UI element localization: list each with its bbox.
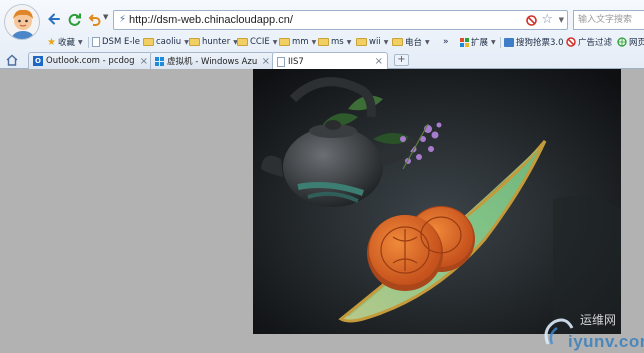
address-bar[interactable]: ⚡ http://dsm-web.chinacloudapp.cn/ ☆ ▼	[113, 10, 568, 30]
tab-outlook[interactable]: O Outlook.com - pcdog ×	[28, 52, 153, 69]
chevron-down-icon: ▼	[346, 38, 352, 46]
ticket-tool-button[interactable]: 搜狗抢票3.0	[504, 35, 564, 49]
chevron-down-icon[interactable]: ▼	[559, 16, 564, 24]
close-icon[interactable]: ×	[262, 56, 270, 67]
close-icon[interactable]: ×	[140, 56, 148, 67]
windows-icon	[155, 56, 164, 66]
tab-bar: O Outlook.com - pcdog × 虚拟机 - Windows Az…	[0, 51, 644, 70]
favorite-folder[interactable]: 电台 ▼	[392, 35, 430, 49]
page-content: 运维网 iyunv.com	[0, 69, 644, 353]
favorite-folder[interactable]: mm ▼	[279, 35, 316, 49]
block-icon[interactable]	[526, 15, 537, 26]
refresh-button[interactable]	[66, 11, 82, 27]
tab-label: Outlook.com - pcdog	[46, 56, 135, 66]
chevron-down-icon: ▼	[491, 38, 496, 46]
watermark-logo: 运维网 iyunv.com	[540, 308, 644, 353]
folder-icon	[392, 38, 403, 46]
more-favorites-button[interactable]: »	[443, 35, 449, 49]
folder-icon	[143, 38, 154, 46]
folder-icon	[356, 38, 367, 46]
watermark-cn-text: 运维网	[580, 313, 617, 327]
divider	[88, 37, 89, 48]
folder-icon	[279, 38, 290, 46]
extensions-button[interactable]: 扩展 ▼	[460, 35, 496, 49]
favorite-folder[interactable]: CCIE ▼	[237, 35, 277, 49]
lightning-icon: ⚡	[119, 14, 127, 25]
tab-label: 虚拟机 - Windows Azu	[167, 57, 258, 67]
favorites-bar: ★ 收藏 ▼ DSM E-le caoliu ▼ hunter ▼ CCIE ▼…	[0, 34, 644, 50]
favorites-menu[interactable]: ★ 收藏 ▼	[47, 35, 83, 49]
arrow-left-icon	[48, 13, 60, 25]
web-button[interactable]: 网页	[617, 35, 644, 49]
divider	[500, 37, 501, 48]
favorite-item[interactable]: DSM E-le	[92, 35, 140, 49]
watermark-text: iyunv.com	[568, 332, 644, 351]
ticket-icon	[504, 37, 514, 47]
iis7-welcome-image	[253, 69, 621, 334]
back-button[interactable]	[46, 11, 62, 27]
block-icon	[566, 37, 576, 47]
puzzle-icon	[460, 37, 469, 47]
tab-iis7[interactable]: IIS7 ×	[272, 52, 388, 70]
adblock-button[interactable]: 广告过滤	[566, 35, 612, 49]
chevron-down-icon: ▼	[425, 38, 430, 46]
folder-icon	[318, 38, 329, 46]
tab-label: IIS7	[288, 56, 304, 67]
chevron-down-icon: ▼	[77, 38, 83, 46]
folder-icon	[237, 38, 248, 46]
favorite-folder[interactable]: wii ▼	[356, 35, 388, 49]
outlook-icon: O	[33, 56, 43, 66]
star-icon: ★	[47, 36, 56, 48]
folder-icon	[189, 38, 200, 46]
url-text[interactable]: http://dsm-web.chinacloudapp.cn/	[129, 14, 293, 26]
refresh-icon	[68, 13, 81, 26]
favorite-folder[interactable]: caoliu ▼	[143, 35, 189, 49]
chevron-down-icon: ▼	[311, 38, 317, 46]
chevron-down-icon: ▼	[383, 38, 389, 46]
undo-icon	[88, 13, 100, 26]
star-icon[interactable]: ☆	[541, 12, 553, 27]
browser-chrome: ▼ ⚡ http://dsm-web.chinacloudapp.cn/ ☆ ▼…	[0, 0, 644, 70]
undo-close-tab-button[interactable]	[86, 11, 102, 27]
chevron-down-icon: ▼	[272, 38, 278, 46]
search-input[interactable]	[574, 11, 644, 29]
page-icon	[92, 37, 100, 47]
globe-icon	[617, 37, 627, 47]
favorite-folder[interactable]: hunter ▼	[189, 35, 238, 49]
chevron-down-icon[interactable]: ▼	[103, 13, 108, 21]
page-icon	[277, 56, 285, 67]
favorite-folder[interactable]: ms ▼	[318, 35, 351, 49]
search-box[interactable]	[573, 10, 644, 30]
new-tab-button[interactable]: +	[394, 54, 409, 66]
close-icon[interactable]: ×	[375, 56, 383, 67]
tab-windows-azure[interactable]: 虚拟机 - Windows Azu ×	[150, 52, 275, 69]
home-icon[interactable]	[5, 53, 19, 67]
